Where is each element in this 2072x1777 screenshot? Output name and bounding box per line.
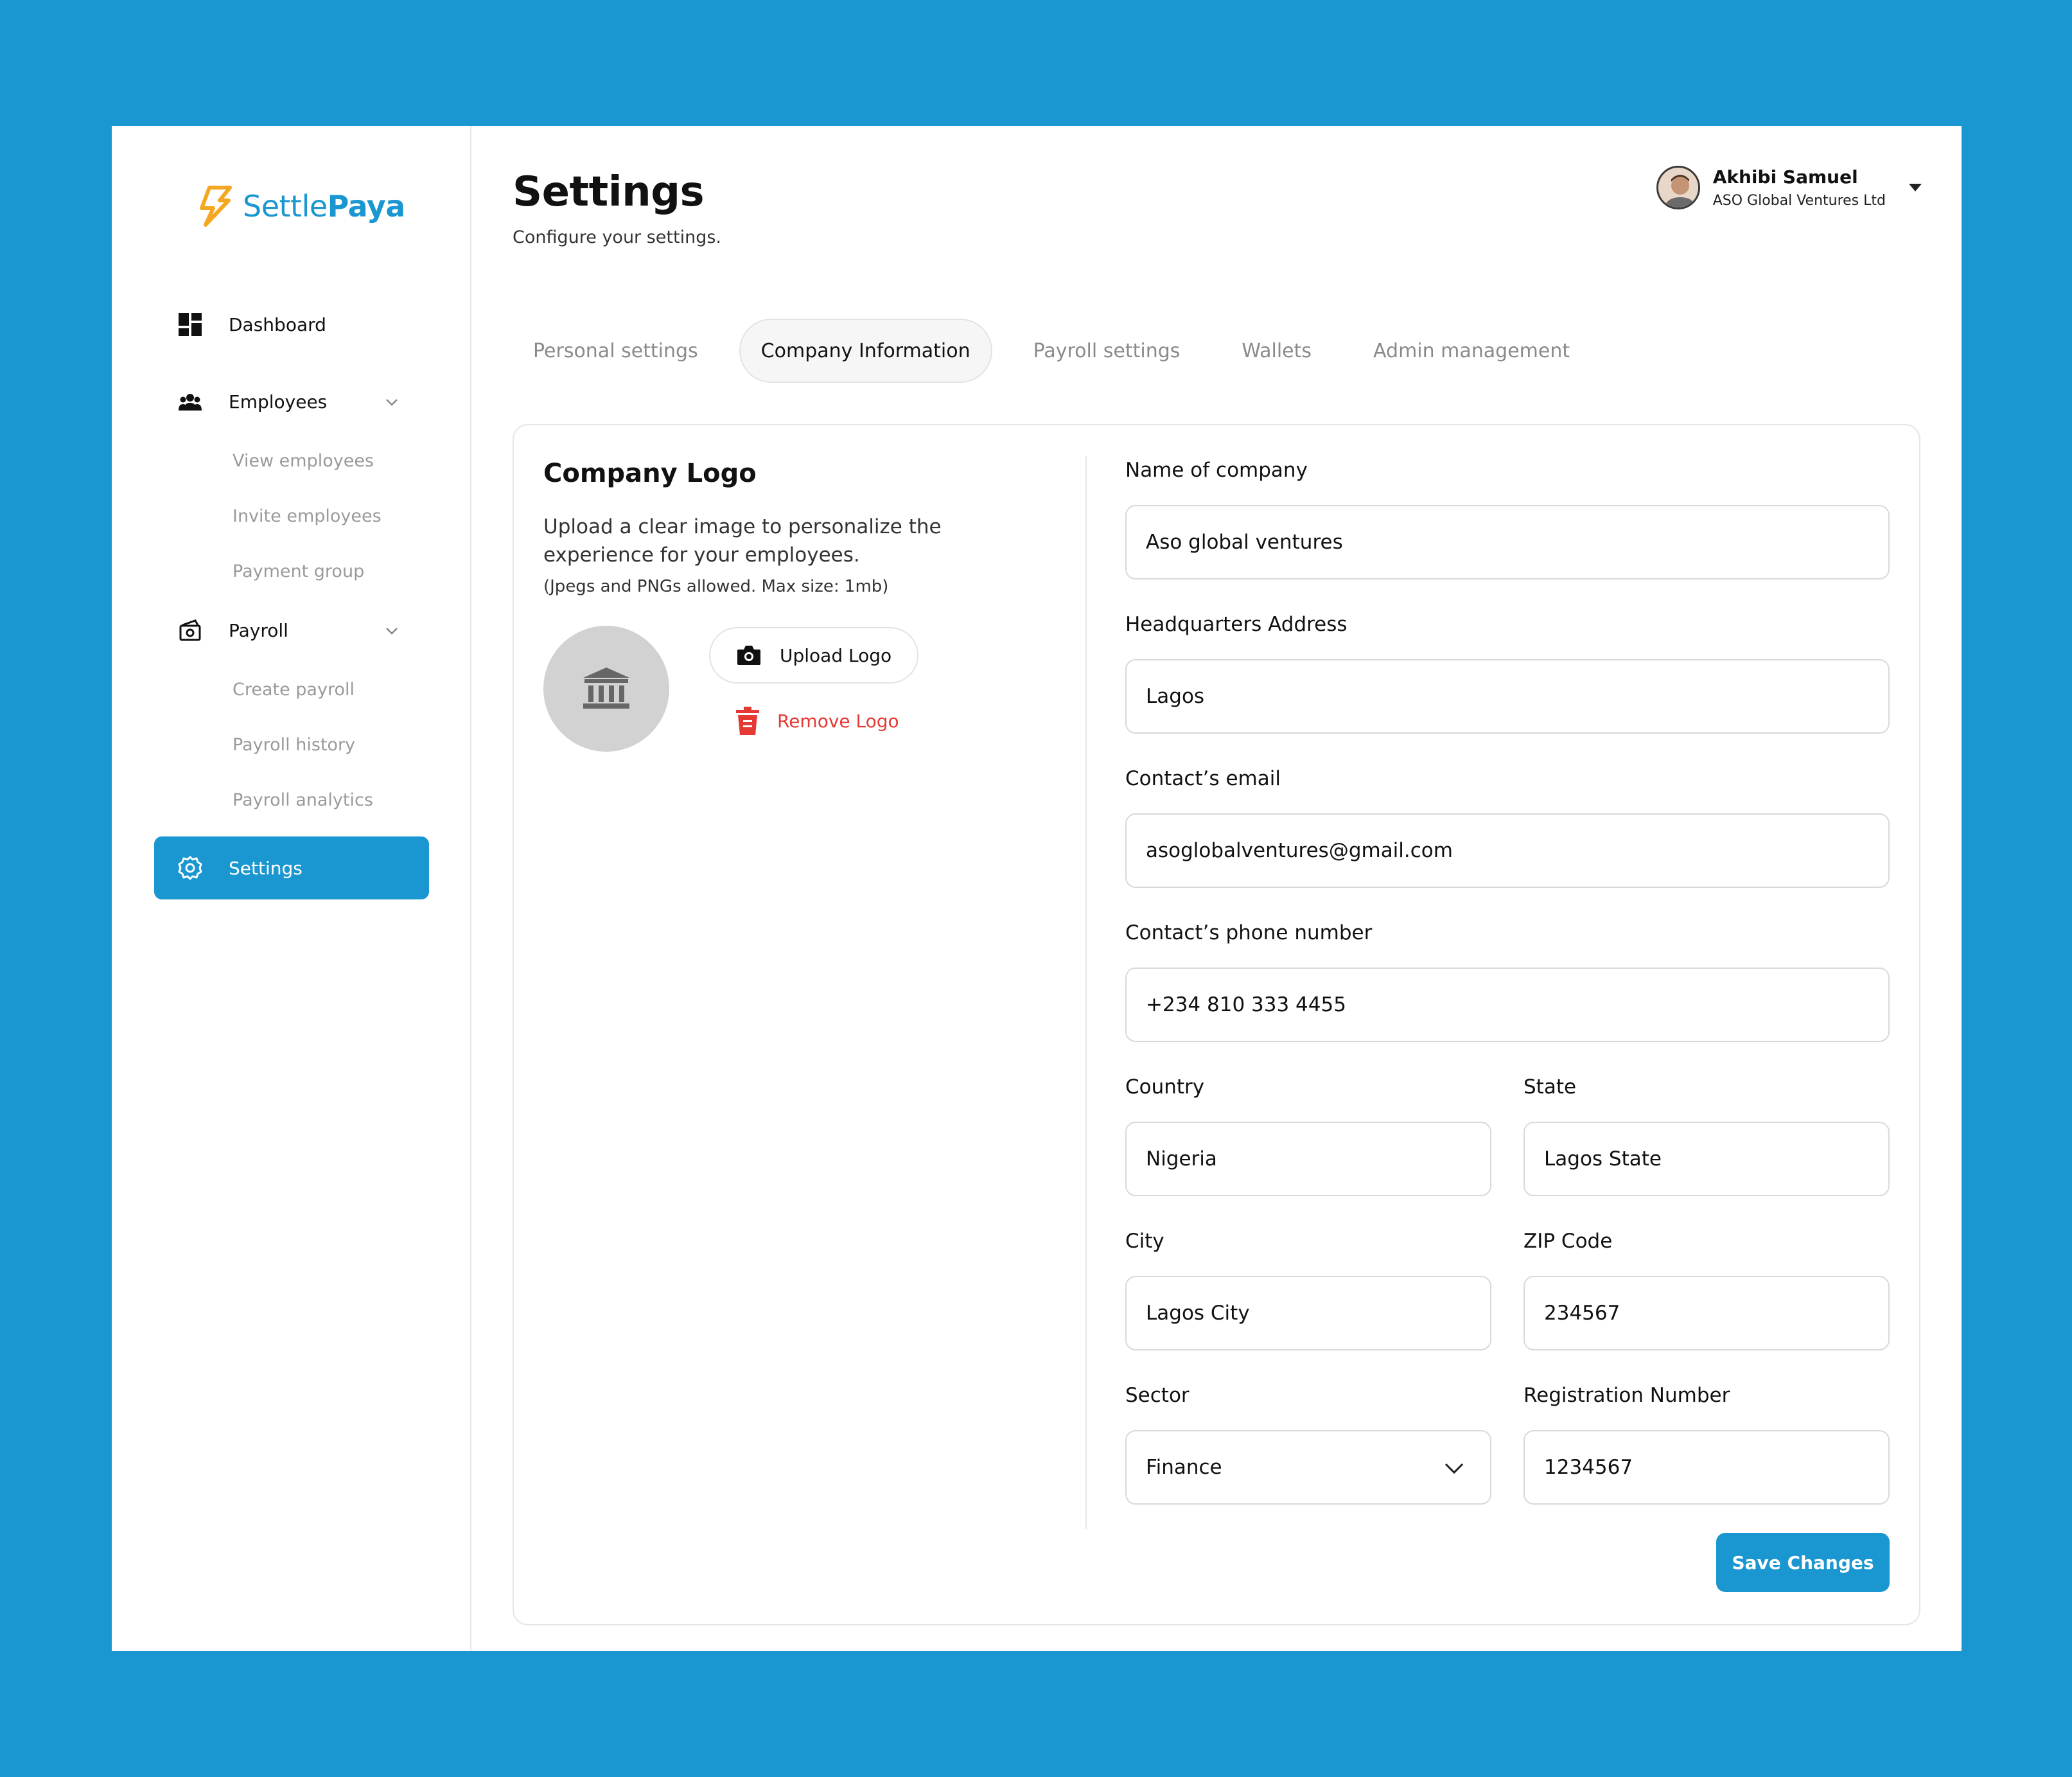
field-label: Contact’s email: [1125, 767, 1281, 790]
field-label: Sector: [1125, 1384, 1190, 1407]
remove-logo-label: Remove Logo: [777, 710, 899, 732]
brand-name: SettlePaya: [243, 189, 405, 224]
field-label: Registration Number: [1523, 1384, 1730, 1407]
upload-logo-button[interactable]: Upload Logo: [709, 627, 919, 684]
field-country: Country Nigeria: [1125, 1075, 1491, 1196]
field-state: State Lagos State: [1523, 1075, 1890, 1196]
sidebar-subitem-payroll-analytics[interactable]: Payroll analytics: [154, 772, 429, 827]
main-content: Settings Configure your settings. Akhibi…: [471, 126, 1962, 1651]
sidebar-subitem-create-payroll[interactable]: Create payroll: [154, 662, 429, 717]
zip-input[interactable]: 234567: [1523, 1276, 1890, 1350]
sidebar-item-dashboard[interactable]: Dashboard: [154, 293, 429, 356]
sidebar-item-employees[interactable]: Employees: [154, 370, 429, 433]
field-city: City Lagos City: [1125, 1230, 1491, 1350]
field-label: Headquarters Address: [1125, 613, 1348, 636]
contact-phone-input[interactable]: +234 810 333 4455: [1125, 968, 1890, 1042]
contact-email-input[interactable]: asoglobalventures@gmail.com: [1125, 813, 1890, 888]
trash-icon: [736, 707, 759, 735]
sidebar-subitem-payment-group[interactable]: Payment group: [154, 544, 429, 599]
field-label: Name of company: [1125, 459, 1308, 482]
save-changes-button[interactable]: Save Changes: [1716, 1533, 1890, 1592]
people-icon: [177, 389, 203, 414]
section-divider: [1085, 456, 1087, 1529]
field-label: ZIP Code: [1523, 1230, 1613, 1253]
sidebar-subitem-view-employees[interactable]: View employees: [154, 433, 429, 488]
sidebar-nav: Dashboard Employees View employees Invit…: [154, 293, 429, 899]
tab-payroll-settings[interactable]: Payroll settings: [1013, 319, 1201, 383]
sidebar-item-payroll[interactable]: Payroll: [154, 599, 429, 662]
chevron-down-icon[interactable]: [384, 623, 399, 639]
field-label: Country: [1125, 1075, 1205, 1099]
field-zip: ZIP Code 234567: [1523, 1230, 1890, 1350]
field-company-name: Name of company Aso global ventures: [1125, 459, 1890, 579]
tab-wallets[interactable]: Wallets: [1221, 319, 1332, 383]
user-company: ASO Global Ventures Ltd: [1712, 193, 1886, 209]
upload-hint: (Jpegs and PNGs allowed. Max size: 1mb): [543, 577, 889, 596]
company-logo-placeholder: [543, 626, 669, 752]
sidebar: SettlePaya Dashboard Employees View empl…: [112, 126, 471, 1651]
sidebar-item-label: Dashboard: [229, 314, 326, 335]
field-hq-address: Headquarters Address Lagos: [1125, 613, 1890, 734]
section-description: Upload a clear image to personalize the …: [543, 515, 942, 567]
field-registration: Registration Number 1234567: [1523, 1384, 1890, 1505]
chevron-down-icon[interactable]: [384, 394, 399, 410]
chevron-down-icon: [1444, 1463, 1464, 1474]
gear-icon: [177, 855, 203, 881]
tab-company-information[interactable]: Company Information: [739, 319, 992, 383]
sidebar-item-settings[interactable]: Settings: [154, 836, 429, 899]
page-title: Settings: [513, 168, 705, 216]
sector-select[interactable]: Finance: [1125, 1430, 1491, 1505]
sidebar-subitem-invite-employees[interactable]: Invite employees: [154, 488, 429, 544]
sidebar-item-label: Payroll: [229, 619, 288, 641]
field-sector: Sector Finance: [1125, 1384, 1491, 1505]
upload-logo-label: Upload Logo: [780, 644, 892, 666]
avatar: [1656, 166, 1700, 209]
page-subtitle: Configure your settings.: [513, 227, 721, 247]
city-input[interactable]: Lagos City: [1125, 1276, 1491, 1350]
user-name: Akhibi Samuel: [1712, 166, 1858, 188]
company-info-card: Company Logo Upload a clear image to per…: [513, 424, 1920, 1625]
remove-logo-button[interactable]: Remove Logo: [736, 707, 899, 735]
hq-address-input[interactable]: Lagos: [1125, 659, 1890, 734]
country-input[interactable]: Nigeria: [1125, 1122, 1491, 1196]
tab-personal-settings[interactable]: Personal settings: [513, 319, 719, 383]
money-icon: [177, 617, 203, 643]
section-title: Company Logo: [543, 459, 757, 488]
user-menu[interactable]: Akhibi Samuel ASO Global Ventures Ltd: [1656, 166, 1923, 209]
tab-admin-management[interactable]: Admin management: [1353, 319, 1590, 383]
sidebar-item-label: Employees: [229, 391, 328, 412]
sidebar-item-label: Settings: [229, 857, 303, 879]
sidebar-subitem-payroll-history[interactable]: Payroll history: [154, 717, 429, 772]
field-label: Contact’s phone number: [1125, 921, 1373, 944]
field-contact-email: Contact’s email asoglobalventures@gmail.…: [1125, 767, 1890, 888]
sector-value: Finance: [1146, 1456, 1222, 1479]
state-input[interactable]: Lagos State: [1523, 1122, 1890, 1196]
caret-down-icon[interactable]: [1908, 182, 1923, 193]
field-contact-phone: Contact’s phone number +234 810 333 4455: [1125, 921, 1890, 1042]
camera-icon: [737, 646, 760, 665]
settings-tabs: Personal settings Company Information Pa…: [513, 319, 1611, 383]
brand-logo[interactable]: SettlePaya: [197, 185, 405, 227]
field-label: State: [1523, 1075, 1577, 1099]
field-label: City: [1125, 1230, 1164, 1253]
app-window: SettlePaya Dashboard Employees View empl…: [112, 126, 1962, 1651]
company-name-input[interactable]: Aso global ventures: [1125, 505, 1890, 579]
company-logo-section: Company Logo Upload a clear image to per…: [543, 459, 1057, 754]
grid-icon: [177, 312, 203, 337]
bank-icon: [583, 667, 629, 709]
bolt-logo-icon: [200, 186, 232, 227]
registration-input[interactable]: 1234567: [1523, 1430, 1890, 1505]
